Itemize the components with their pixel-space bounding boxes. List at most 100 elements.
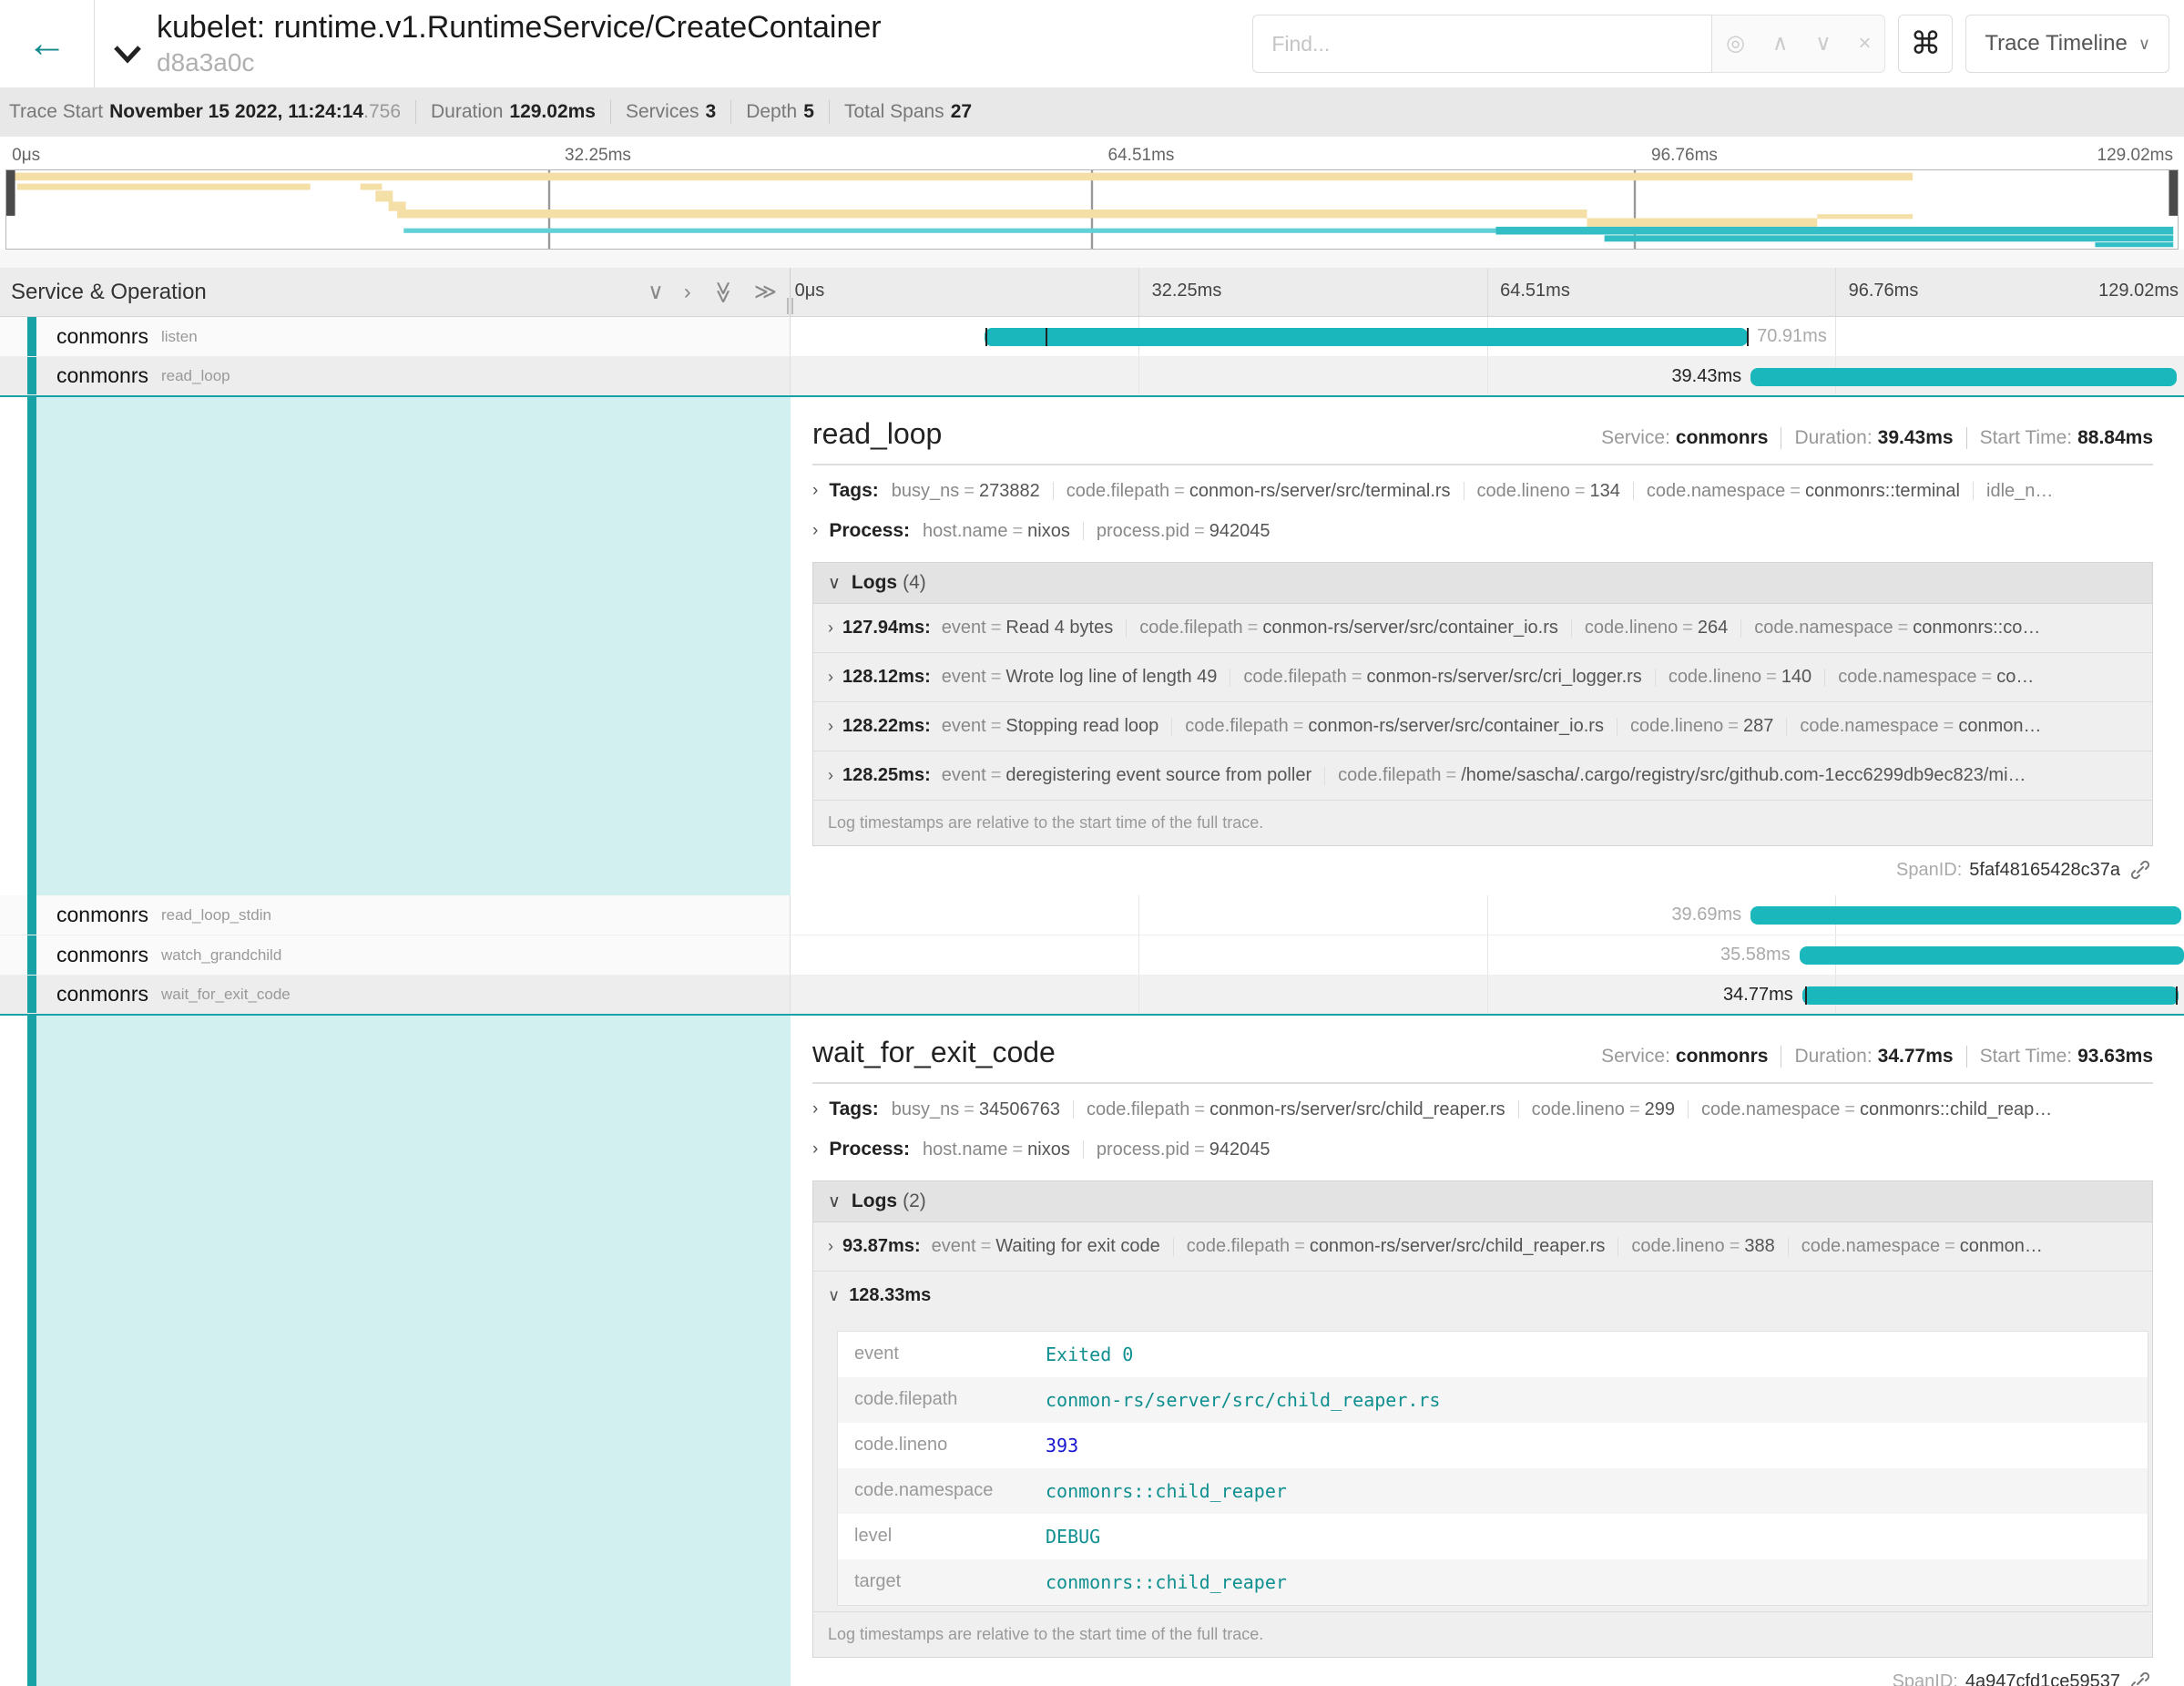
log-entry[interactable]: ∨128.33ms [813,1272,2152,1320]
detail-header: wait_for_exit_codeService:conmonrsDurati… [812,1036,2153,1069]
kv-chip[interactable]: idle_n… [1986,481,2053,502]
kv-chip[interactable]: event=Read 4 bytes [942,618,1113,638]
minimap-right-handle[interactable] [2169,170,2178,216]
kv-key: event [942,667,986,687]
kv-value: conmonrs::terminal [1805,481,1960,501]
kv-value: 388 [1744,1236,1774,1256]
locate-icon[interactable]: ◎ [1726,33,1745,55]
chevron-down-icon: ∨ [2138,35,2150,54]
logs-label: Logs [852,1190,897,1211]
kv-chip[interactable]: host.name=nixos [923,521,1070,542]
spacer [0,250,2184,268]
span-timeline-cell: 39.69ms [791,895,2184,935]
expand-one-icon[interactable]: ∨ [648,281,664,303]
kv-chip[interactable]: event=Waiting for exit code [932,1236,1160,1256]
kv-chip[interactable]: process.pid=942045 [1097,1139,1271,1160]
collapse-all-icon[interactable]: ≫ [754,281,777,303]
kv-chip[interactable]: code.filepath=conmon-rs/server/src/conta… [1139,618,1558,638]
kv-chip[interactable]: event=Stopping read loop [942,716,1159,736]
clear-search-icon[interactable]: × [1858,33,1871,55]
kv-chip[interactable]: code.lineno=287 [1630,716,1773,736]
span-name-cell-watch_grandchild[interactable]: conmonrswatch_grandchild [0,935,791,976]
kv-chip[interactable]: code.filepath=conmon-rs/server/src/conta… [1185,716,1604,736]
logs-section: ∨Logs(2)›93.87ms:event=Waiting for exit … [812,1180,2153,1658]
kv-chip[interactable]: code.filepath=conmon-rs/server/src/termi… [1066,481,1451,502]
kv-chip[interactable]: host.name=nixos [923,1139,1070,1160]
log-entry[interactable]: ›128.22ms:event=Stopping read loopcode.f… [813,702,2152,751]
prev-result-icon[interactable]: ∧ [1772,33,1789,55]
span-bar-read_loop_stdin[interactable] [1750,906,2181,925]
tags-accordion[interactable]: ›Tags:busy_ns=273882code.filepath=conmon… [812,471,2153,511]
minimap-span-segment [375,190,393,201]
kv-chip[interactable]: busy_ns=34506763 [892,1099,1060,1120]
page-title: kubelet: runtime.v1.RuntimeService/Creat… [157,10,882,46]
divider [1171,718,1172,736]
kv-chip[interactable]: code.lineno=140 [1669,667,1811,687]
logs-header[interactable]: ∨Logs(4) [813,563,2152,604]
kv-chip[interactable]: code.filepath=/home/sascha/.cargo/regist… [1338,765,2026,785]
keyboard-shortcuts-button[interactable]: ⌘ [1898,15,1953,73]
copy-link-icon[interactable] [2129,1671,2151,1686]
next-result-icon[interactable]: ∨ [1815,33,1832,55]
kv-value: 140 [1781,667,1811,687]
collapse-trace-header-button[interactable] [111,43,144,69]
kv-chip[interactable]: code.filepath=conmon-rs/server/src/cri_l… [1243,667,1641,687]
log-entry[interactable]: ›93.87ms:event=Waiting for exit codecode… [813,1222,2152,1272]
minimap-canvas[interactable] [5,169,2179,250]
kv-chip[interactable]: code.namespace=co… [1838,667,2034,687]
process-accordion[interactable]: ›Process:host.name=nixosprocess.pid=9420… [812,1129,2153,1170]
kv-chip[interactable]: event=Wrote log line of length 49 [942,667,1218,687]
span-duration-label: 34.77ms [1723,985,1793,1006]
duration-value: 129.02ms [509,101,596,123]
kv-chip[interactable]: busy_ns=273882 [892,481,1040,502]
kv-chip[interactable]: code.namespace=conmonrs::child_reap… [1701,1099,2052,1120]
trace-view-selector[interactable]: Trace Timeline ∨ [1965,15,2169,73]
kv-chip[interactable]: code.filepath=conmon-rs/server/src/child… [1087,1099,1505,1120]
log-entry[interactable]: ›127.94ms:event=Read 4 bytescode.filepat… [813,604,2152,653]
span-name-cell-read_loop[interactable]: conmonrsread_loop [0,357,791,395]
copy-link-icon[interactable] [2129,859,2151,881]
detail-meta-label: Start Time: [1980,427,2073,449]
kv-chip[interactable]: code.namespace=conmon… [1801,1236,2043,1256]
kv-key: code.filepath [1187,1236,1290,1256]
kv-key: code.filepath [1338,765,1441,785]
detail-meta: Service:conmonrsDuration:39.43msStart Ti… [1601,427,2153,449]
chevron-right-icon: › [828,717,833,735]
span-bar-wait_for_exit_code[interactable] [1802,986,2179,1005]
kv-chip[interactable]: event=deregistering event source from po… [942,765,1311,785]
kv-chip[interactable]: code.lineno=299 [1532,1099,1675,1120]
timeline-minimap: 0μs32.25ms64.51ms96.76ms129.02ms [0,137,2184,250]
log-kv-row: code.filepathconmon-rs/server/src/child_… [838,1377,2148,1423]
span-name-cell-wait_for_exit_code[interactable]: conmonrswait_for_exit_code [0,976,791,1014]
kv-key: code.namespace [1647,481,1785,501]
kv-value: 134 [1590,481,1620,501]
span-name-cell-listen[interactable]: conmonrslisten [0,317,791,357]
chevron-right-icon: › [812,481,818,501]
kv-chip[interactable]: code.namespace=conmonrs::terminal [1647,481,1960,502]
span-bar-listen[interactable] [985,328,1748,346]
span-name-cell-read_loop_stdin[interactable]: conmonrsread_loop_stdin [0,895,791,935]
expand-all-icon[interactable]: ≫ [711,281,733,303]
minimap-left-handle[interactable] [6,170,15,216]
kv-key: event [942,618,986,638]
kv-chip[interactable]: code.lineno=388 [1631,1236,1774,1256]
trace-title-block: kubelet: runtime.v1.RuntimeService/Creat… [153,10,882,77]
log-entry[interactable]: ›128.12ms:event=Wrote log line of length… [813,653,2152,702]
logs-header[interactable]: ∨Logs(2) [813,1181,2152,1222]
collapse-one-icon[interactable]: › [684,281,691,303]
span-bar-watch_grandchild[interactable] [1800,946,2184,965]
kv-chip[interactable]: code.lineno=134 [1477,481,1620,502]
spanid-value: 4a947cfd1ce59537 [1965,1671,2120,1686]
divider [829,100,830,124]
tags-accordion[interactable]: ›Tags:busy_ns=34506763code.filepath=conm… [812,1089,2153,1129]
process-accordion[interactable]: ›Process:host.name=nixosprocess.pid=9420… [812,511,2153,551]
find-input[interactable] [1252,15,1712,73]
kv-chip[interactable]: code.lineno=264 [1585,618,1728,638]
span-bar-read_loop[interactable] [1750,368,2177,386]
kv-chip[interactable]: code.namespace=conmon… [1800,716,2041,736]
kv-chip[interactable]: code.namespace=conmonrs::co… [1754,618,2040,638]
kv-chip[interactable]: process.pid=942045 [1097,521,1271,542]
kv-chip[interactable]: code.filepath=conmon-rs/server/src/child… [1187,1236,1606,1256]
log-entry[interactable]: ›128.25ms:event=deregistering event sour… [813,751,2152,801]
back-button[interactable]: ← [0,0,95,87]
